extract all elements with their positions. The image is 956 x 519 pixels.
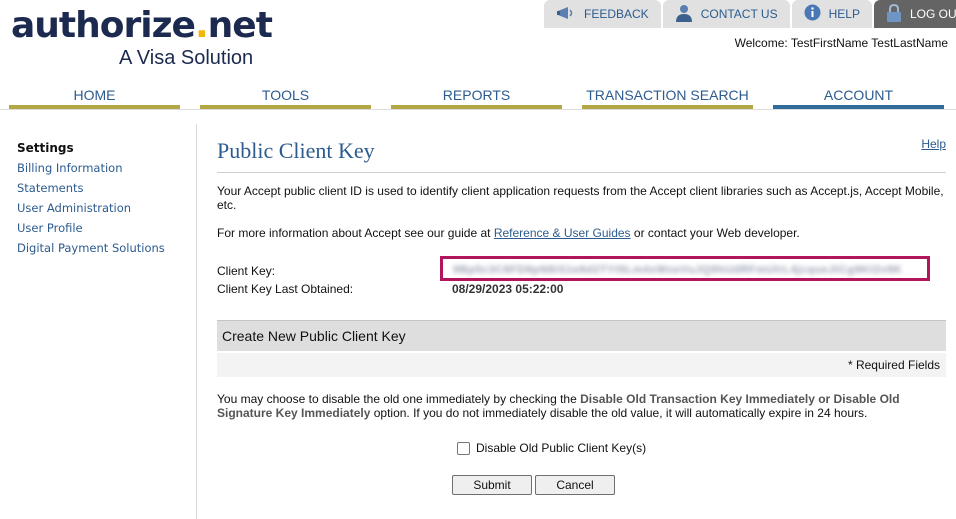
sidebar-item-statements[interactable]: Statements [17,180,192,200]
person-icon [675,4,693,25]
disable-old-key-checkbox[interactable] [457,441,470,455]
logo-tagline: A Visa Solution [119,47,254,69]
more-info-text: For more information about Accept see ou… [217,226,800,240]
info-icon [804,4,821,24]
disable-instructions: You may choose to disable the old one im… [217,392,946,420]
help-link[interactable]: Help [921,137,946,151]
feedback-button[interactable]: FEEDBACK [544,0,661,28]
sidebar-heading-settings: Settings [17,141,74,155]
disable-text-prefix: You may choose to disable the old one im… [217,392,581,406]
feedback-label: FEEDBACK [584,7,649,21]
sidebar-item-digital-payment-solutions[interactable]: Digital Payment Solutions [17,240,192,260]
cancel-button[interactable]: Cancel [535,475,615,495]
help-label: HELP [828,7,860,21]
disable-old-key-row: Disable Old Public Client Key(s) [457,441,646,455]
nav-account[interactable]: ACCOUNT [773,85,944,110]
megaphone-icon [556,5,576,24]
client-key-value[interactable]: 9Bp5c3C8FD8pN8iS1e8d2TYt5Lm4xWxeVuJQ9hUd… [453,264,902,276]
disable-old-key-label[interactable]: Disable Old Public Client Key(s) [476,441,646,455]
sidebar: Settings Billing Information Statements … [17,140,192,260]
main-nav: HOME TOOLS REPORTS TRANSACTION SEARCH AC… [9,85,944,110]
utility-bar: FEEDBACK CONTACT US HELP LOG OUT [544,0,956,28]
welcome-message: Welcome: TestFirstName TestLastName [734,36,948,50]
sidebar-item-billing-information[interactable]: Billing Information [17,160,192,180]
contact-us-button[interactable]: CONTACT US [662,0,790,28]
page-title: Public Client Key [217,138,375,163]
nav-tools[interactable]: TOOLS [200,85,371,110]
disable-text-suffix: option. If you do not immediately disabl… [370,406,868,420]
log-out-button[interactable]: LOG OUT [873,0,956,28]
sidebar-item-user-administration[interactable]: User Administration [17,200,192,220]
last-obtained-label: Client Key Last Obtained: [217,282,354,296]
more-info-suffix: or contact your Web developer. [630,226,800,240]
sidebar-item-user-profile[interactable]: User Profile [17,220,192,240]
logo-wordmark: authorize.net [11,5,273,46]
last-obtained-value: 08/29/2023 05:22:00 [452,282,564,296]
nav-transaction-search[interactable]: TRANSACTION SEARCH [582,85,753,110]
client-key-label: Client Key: [217,264,276,278]
required-fields-note: * Required Fields [217,353,946,377]
reference-user-guides-link[interactable]: Reference & User Guides [494,226,631,240]
log-out-label: LOG OUT [909,7,956,21]
intro-text: Your Accept public client ID is used to … [217,184,944,212]
more-info-prefix: For more information about Accept see ou… [217,226,494,240]
authorize-net-logo[interactable]: authorize.net A Visa Solution [11,5,273,70]
nav-reports[interactable]: REPORTS [391,85,562,110]
client-key-highlight: 9Bp5c3C8FD8pN8iS1e8d2TYt5Lm4xWxeVuJQ9hUd… [440,256,930,281]
title-divider [217,172,946,173]
lock-icon [886,3,902,25]
sidebar-divider [196,124,197,519]
submit-button[interactable]: Submit [452,475,532,495]
nav-divider [0,109,956,110]
contact-us-label: CONTACT US [700,7,778,21]
create-key-panel-heading: Create New Public Client Key [217,320,946,351]
nav-home[interactable]: HOME [9,85,180,110]
help-button[interactable]: HELP [791,0,872,28]
